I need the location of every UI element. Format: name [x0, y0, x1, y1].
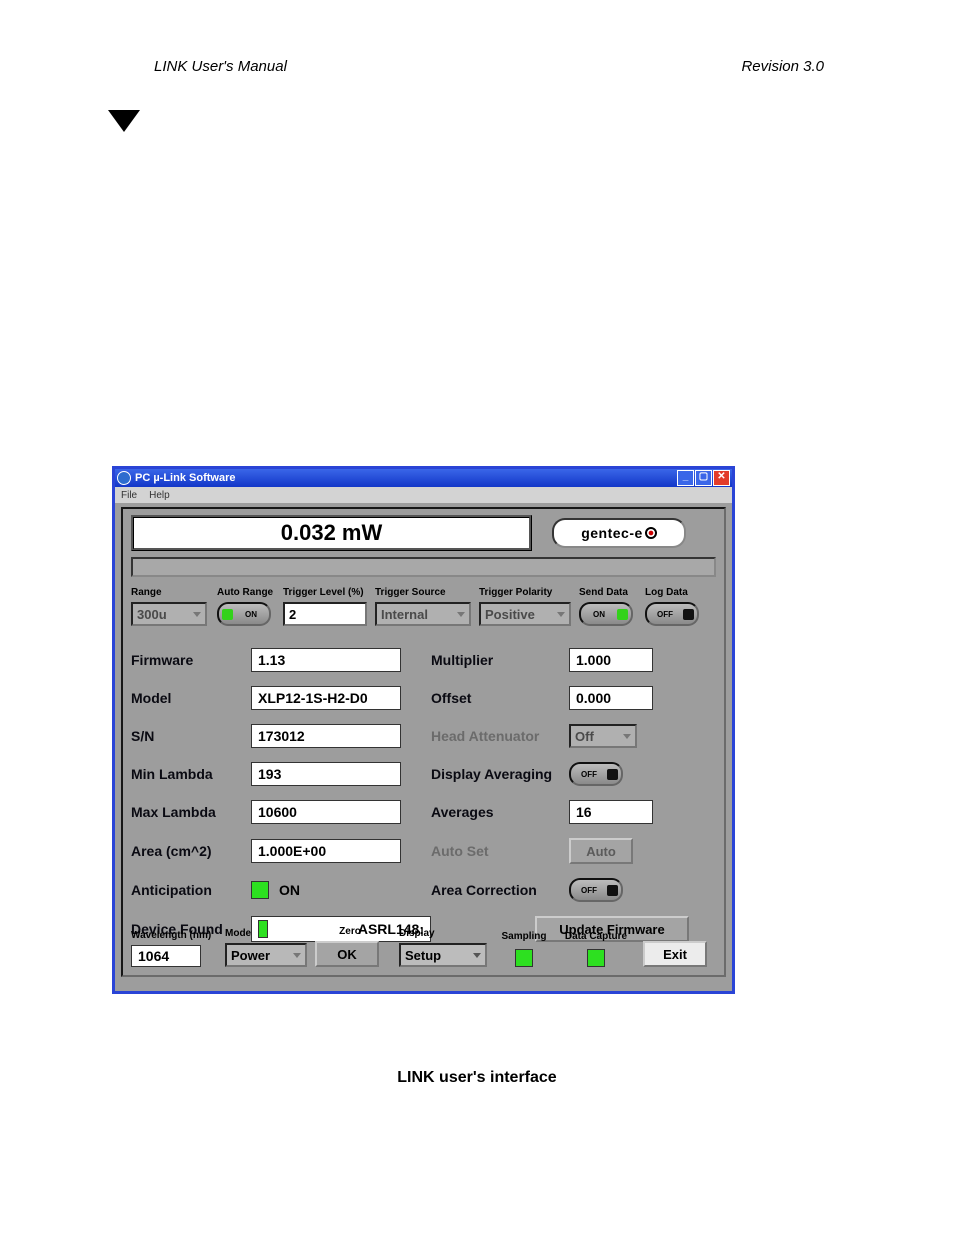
area-corr-toggle[interactable]: OFF — [569, 878, 623, 902]
log-data-label: Log Data — [645, 587, 697, 599]
measurement-display: 0.032 mW — [131, 515, 532, 551]
toggle-knob-icon — [617, 609, 628, 620]
mode-label: Mode — [225, 928, 301, 940]
disp-avg-state: OFF — [574, 770, 604, 779]
figure-caption: LINK user's interface — [0, 1069, 954, 1087]
progress-bar — [131, 557, 716, 577]
disp-avg-label: Display Averaging — [431, 766, 569, 782]
app-window: PC µ-Link Software _ ▢ ✕ File Help 0.032… — [112, 466, 735, 994]
window-title: PC µ-Link Software — [135, 472, 235, 484]
area-corr-label: Area Correction — [431, 882, 569, 898]
menu-file[interactable]: File — [121, 490, 137, 501]
triangle-down-icon — [108, 110, 140, 132]
doc-title-left: LINK User's Manual — [154, 58, 287, 75]
log-data-toggle[interactable]: OFF — [645, 602, 699, 626]
send-data-toggle[interactable]: ON — [579, 602, 633, 626]
toggle-knob-icon — [683, 609, 694, 620]
zero-label: Zero — [315, 926, 385, 938]
sn-label: S/N — [131, 728, 251, 744]
wavelength-input[interactable]: 1064 — [131, 945, 201, 967]
logo-dot-icon — [645, 527, 657, 539]
min-lambda-value: 193 — [251, 762, 401, 786]
maximize-button[interactable]: ▢ — [695, 470, 712, 486]
wavelength-label: Wavelength (nm) — [131, 930, 211, 942]
multiplier-label: Multiplier — [431, 652, 569, 668]
area-label: Area (cm^2) — [131, 843, 251, 859]
auto-range-state: ON — [236, 610, 266, 619]
title-bar[interactable]: PC µ-Link Software _ ▢ ✕ — [115, 469, 732, 487]
multiplier-input[interactable]: 1.000 — [569, 648, 653, 672]
display-value: Setup — [405, 948, 441, 963]
model-label: Model — [131, 690, 251, 706]
toggle-knob-icon — [607, 885, 618, 896]
anticipation-state: ON — [279, 882, 300, 898]
range-dropdown[interactable]: 300u — [131, 602, 207, 626]
anticipation-toggle[interactable]: ON — [251, 881, 401, 899]
minimize-button[interactable]: _ — [677, 470, 694, 486]
max-lambda-label: Max Lambda — [131, 804, 251, 820]
trigger-source-dropdown[interactable]: Internal — [375, 602, 471, 626]
head-atten-dropdown[interactable]: Off — [569, 724, 637, 748]
sampling-label: Sampling — [501, 931, 546, 943]
trigger-source-label: Trigger Source — [375, 587, 465, 599]
data-capture-led-icon[interactable] — [587, 949, 605, 967]
offset-input[interactable]: 0.000 — [569, 686, 653, 710]
display-label: Display — [399, 928, 485, 940]
range-label: Range — [131, 587, 203, 599]
send-data-label: Send Data — [579, 587, 631, 599]
app-icon — [117, 471, 131, 485]
sampling-led-icon[interactable] — [515, 949, 533, 967]
area-corr-state: OFF — [574, 886, 604, 895]
max-lambda-value: 10600 — [251, 800, 401, 824]
firmware-label: Firmware — [131, 652, 251, 668]
trigger-level-label: Trigger Level (%) — [283, 587, 361, 599]
menu-bar: File Help — [115, 487, 732, 503]
head-atten-label: Head Attenuator — [431, 728, 569, 744]
trigger-polarity-label: Trigger Polarity — [479, 587, 565, 599]
send-data-state: ON — [584, 610, 614, 619]
led-icon — [251, 881, 269, 899]
disp-avg-toggle[interactable]: OFF — [569, 762, 623, 786]
trigger-level-input[interactable]: 2 — [283, 602, 367, 626]
offset-label: Offset — [431, 690, 569, 706]
auto-range-toggle[interactable]: ON — [217, 602, 271, 626]
main-panel: 0.032 mW gentec-e Range 300u Auto Range … — [121, 507, 726, 977]
auto-range-label: Auto Range — [217, 587, 269, 599]
averages-input[interactable]: 16 — [569, 800, 653, 824]
min-lambda-label: Min Lambda — [131, 766, 251, 782]
exit-button[interactable]: Exit — [643, 941, 707, 967]
anticipation-label: Anticipation — [131, 882, 251, 898]
toggle-knob-icon — [222, 609, 233, 620]
data-capture-label: Data Capture — [565, 931, 627, 943]
averages-label: Averages — [431, 804, 569, 820]
log-data-state: OFF — [650, 610, 680, 619]
zero-ok-button[interactable]: OK — [315, 941, 379, 967]
brand-text: gentec-e — [581, 525, 643, 541]
firmware-value: 1.13 — [251, 648, 401, 672]
auto-set-label: Auto Set — [431, 843, 569, 859]
sn-value: 173012 — [251, 724, 401, 748]
close-button[interactable]: ✕ — [713, 470, 730, 486]
toggle-knob-icon — [607, 769, 618, 780]
model-value: XLP12-1S-H2-D0 — [251, 686, 401, 710]
menu-help[interactable]: Help — [149, 490, 170, 501]
brand-logo: gentec-e — [552, 518, 686, 548]
trigger-polarity-dropdown[interactable]: Positive — [479, 602, 571, 626]
auto-set-button[interactable]: Auto — [569, 838, 633, 864]
doc-title-right: Revision 3.0 — [741, 58, 824, 75]
mode-dropdown[interactable]: Power — [225, 943, 307, 967]
area-value: 1.000E+00 — [251, 839, 401, 863]
display-dropdown[interactable]: Setup — [399, 943, 487, 967]
